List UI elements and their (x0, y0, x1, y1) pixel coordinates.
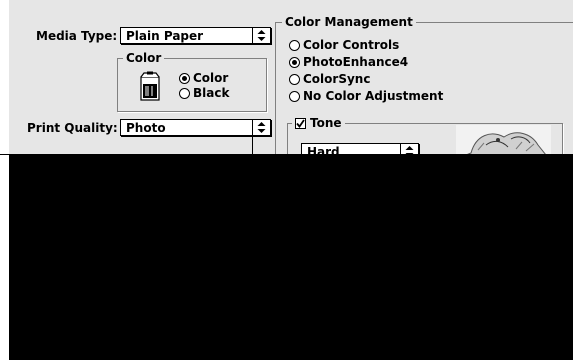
popup-arrows-icon (252, 28, 270, 43)
print-quality-popup[interactable]: Photo (120, 119, 271, 136)
radio-unselected-icon (289, 91, 300, 102)
radio-selected-icon (179, 73, 190, 84)
cm-option-label: ColorSync (303, 72, 371, 86)
cm-option-no-color-adjustment[interactable]: No Color Adjustment (289, 89, 459, 103)
media-type-value: Plain Paper (126, 29, 204, 43)
cm-option-label: No Color Adjustment (303, 89, 444, 103)
redacted-area (9, 154, 573, 360)
print-quality-label: Print Quality: (27, 121, 118, 135)
tone-checkbox[interactable] (295, 118, 306, 129)
screenshot: Media Type: Plain Paper Color Color Blac… (0, 0, 573, 360)
print-quality-value: Photo (126, 121, 166, 135)
cm-option-color-controls[interactable]: Color Controls (289, 38, 439, 52)
popup-arrows-icon (252, 120, 270, 135)
color-option-black-label: Black (193, 86, 230, 100)
cm-option-photoenhance4[interactable]: PhotoEnhance4 (289, 55, 439, 69)
cm-option-label: PhotoEnhance4 (303, 55, 409, 69)
media-type-label: Media Type: (36, 29, 118, 43)
radio-unselected-icon (289, 74, 300, 85)
callout-line (252, 137, 253, 155)
color-group-title: Color (123, 51, 165, 65)
media-type-popup[interactable]: Plain Paper (120, 27, 271, 44)
tone-group-title[interactable]: Tone (292, 116, 345, 130)
cm-option-label: Color Controls (303, 38, 400, 52)
radio-unselected-icon (289, 40, 300, 51)
color-management-title: Color Management (282, 15, 416, 29)
ink-cartridge-icon (138, 71, 162, 101)
color-option-color[interactable]: Color (179, 71, 249, 85)
cm-option-colorsync[interactable]: ColorSync (289, 72, 439, 86)
radio-unselected-icon (179, 88, 190, 99)
color-option-color-label: Color (193, 71, 229, 85)
tone-label: Tone (310, 116, 342, 130)
radio-selected-icon (289, 57, 300, 68)
sample-photo-thumbnail (456, 125, 551, 155)
color-option-black[interactable]: Black (179, 86, 249, 100)
